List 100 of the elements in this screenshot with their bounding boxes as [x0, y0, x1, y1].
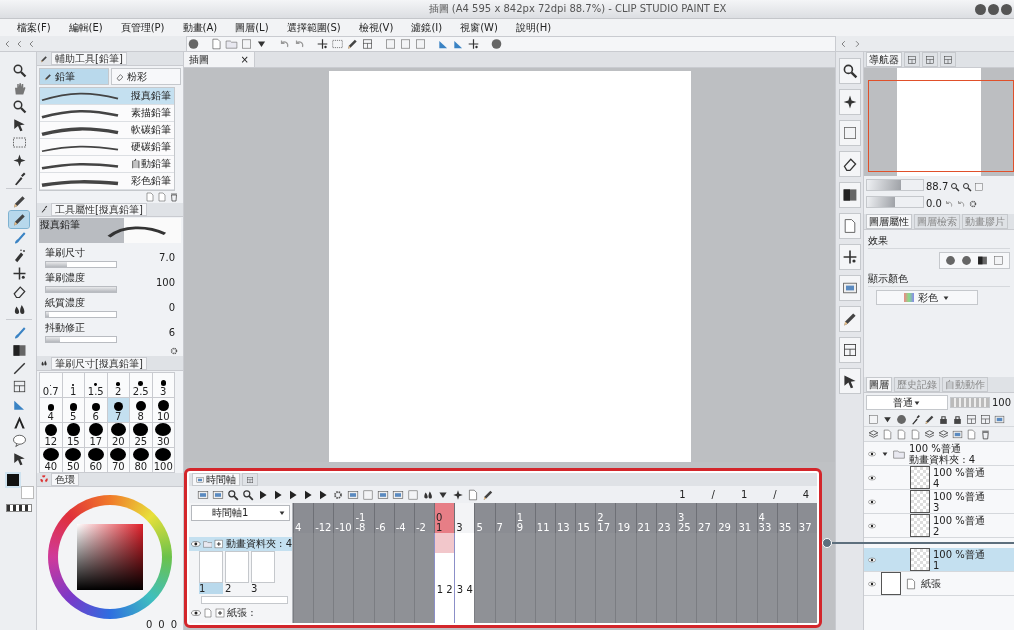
chevron-icon[interactable]	[28, 39, 36, 48]
layer-item[interactable]: 100 %普通 3	[864, 490, 1014, 514]
brush-size-item[interactable]: 3	[152, 372, 175, 398]
arrow-icon[interactable]	[11, 451, 27, 466]
eye-icon[interactable]	[866, 555, 878, 564]
setting-slider[interactable]	[45, 260, 117, 268]
undo-icon[interactable]	[278, 37, 291, 50]
brush-size-item[interactable]: 0.7	[40, 372, 63, 398]
blend-mode-dropdown[interactable]: 普通	[866, 395, 948, 410]
eye-icon[interactable]	[866, 579, 878, 588]
plus-box-icon[interactable]	[214, 539, 224, 549]
eye-icon[interactable]	[191, 608, 201, 618]
brush-size-item[interactable]: 80	[130, 447, 153, 473]
pen-icon[interactable]	[11, 194, 27, 209]
gear-icon[interactable]	[967, 198, 978, 209]
layer-item[interactable]: 100 %普通 2	[864, 514, 1014, 538]
brush-size-item[interactable]: 40	[40, 447, 63, 473]
layer-tool-button[interactable]	[838, 306, 861, 332]
layer-item[interactable]: 100 %普通 1	[864, 548, 1014, 572]
menu-item[interactable]: 圖層(L)	[226, 20, 278, 35]
eye-icon[interactable]	[866, 497, 878, 506]
menu-item[interactable]: 編輯(E)	[59, 20, 112, 35]
brush-size-item[interactable]: 4	[40, 397, 63, 423]
line-icon[interactable]	[11, 361, 27, 376]
background-color-swatch[interactable]	[21, 486, 34, 499]
layer-option-icon[interactable]	[896, 413, 907, 425]
frame-icon[interactable]	[11, 379, 27, 394]
layer-option-icon[interactable]	[924, 413, 935, 425]
color-square[interactable]	[77, 524, 143, 591]
track-header[interactable]: 動畫資料夾 : 4	[189, 537, 292, 551]
brush-size-item[interactable]: 8	[130, 397, 153, 423]
brush-item[interactable]: 軟碳鉛筆	[40, 122, 174, 140]
layer-tool-button[interactable]	[838, 151, 861, 177]
frame-column[interactable]: 1 2	[434, 533, 455, 623]
film-icon[interactable]	[347, 488, 359, 501]
eye-icon[interactable]	[191, 539, 201, 549]
brush-size-item[interactable]: 25	[130, 422, 153, 448]
zoom-in-icon[interactable]	[962, 181, 973, 192]
dotted-square-icon[interactable]	[331, 37, 344, 50]
square-icon[interactable]	[362, 488, 374, 501]
arrow-icon[interactable]	[11, 117, 27, 132]
brush-item[interactable]: 素描鉛筆	[40, 105, 174, 123]
foreground-color-swatch[interactable]	[5, 472, 21, 488]
brush-item[interactable]: 擬真鉛筆	[40, 88, 174, 106]
gear-icon[interactable]	[169, 345, 179, 356]
navigator-preview[interactable]	[864, 68, 1014, 176]
menu-item[interactable]: 視窗(W)	[451, 20, 507, 35]
layer-tool-button[interactable]	[838, 244, 861, 270]
setting-value[interactable]: 100	[147, 276, 175, 288]
sub-tool-tab[interactable]: 粉彩	[111, 68, 181, 86]
canvas-tab[interactable]: 插圖 ×	[184, 52, 255, 67]
frame-cell[interactable]: 2	[446, 584, 453, 595]
zoom-out-icon[interactable]	[950, 181, 961, 192]
setting-value[interactable]: 7.0	[147, 251, 175, 263]
chevron-icon[interactable]	[840, 39, 848, 48]
magnifier-icon[interactable]	[11, 63, 27, 78]
pencil-icon[interactable]	[11, 212, 27, 227]
panel-tab[interactable]	[904, 52, 920, 67]
ruler-cell[interactable]: 0 1	[434, 503, 455, 533]
layer-tool-button[interactable]	[838, 368, 861, 394]
cel-thumbnail[interactable]	[199, 551, 223, 583]
film-icon[interactable]	[392, 488, 404, 501]
layer-tool-button[interactable]	[838, 89, 861, 115]
menu-item[interactable]: 說明(H)	[506, 20, 561, 35]
cel-thumbnail[interactable]	[251, 551, 275, 583]
layer-option-icon[interactable]	[952, 413, 963, 425]
zoom-out-icon[interactable]	[227, 488, 239, 501]
window-control-icon[interactable]	[1001, 3, 1012, 15]
layer-item[interactable]: 100 %普通 動畫資料夾 : 4	[864, 442, 1014, 466]
window-control-icon[interactable]	[988, 3, 999, 15]
setting-slider[interactable]	[45, 335, 117, 343]
eye-icon[interactable]	[866, 521, 878, 530]
menu-item[interactable]: 檔案(F)	[8, 20, 60, 35]
speech-balloon-icon[interactable]	[11, 433, 27, 448]
panel-tab[interactable]	[922, 52, 938, 67]
layer-item[interactable]: 100 %普通 4	[864, 466, 1014, 490]
text-tool-icon[interactable]	[11, 415, 27, 430]
square-icon[interactable]	[414, 37, 427, 50]
plus-box-icon[interactable]	[215, 608, 225, 618]
frame-cell[interactable]: 4	[466, 584, 473, 595]
frame-cell[interactable]: 3	[456, 584, 464, 595]
brush-item[interactable]: 自動鉛筆	[40, 156, 174, 174]
frame-column[interactable]: 3 4	[454, 533, 475, 623]
cel-label[interactable]: 1	[199, 583, 223, 594]
brush-size-item[interactable]: 17	[85, 422, 108, 448]
window-control-icon[interactable]	[975, 3, 986, 15]
setting-slider[interactable]	[45, 285, 117, 293]
transparent-color-swatch[interactable]	[6, 504, 32, 512]
panel-tab[interactable]: 時間軸	[192, 473, 240, 486]
layer-tool-button[interactable]	[838, 58, 861, 84]
scrollbar[interactable]	[201, 596, 288, 604]
menu-item[interactable]: 頁管理(P)	[111, 20, 174, 35]
brush-item[interactable]: 彩色鉛筆	[40, 173, 174, 191]
ruler-cell[interactable]: 3	[454, 503, 475, 533]
copy-icon[interactable]	[145, 192, 155, 203]
layer-option-icon[interactable]	[938, 413, 949, 425]
eye-icon[interactable]	[866, 449, 878, 458]
brush-size-item[interactable]: 60	[85, 447, 108, 473]
menu-item[interactable]: 動畫(A)	[173, 20, 227, 35]
brush-size-item[interactable]: 6	[85, 397, 108, 423]
